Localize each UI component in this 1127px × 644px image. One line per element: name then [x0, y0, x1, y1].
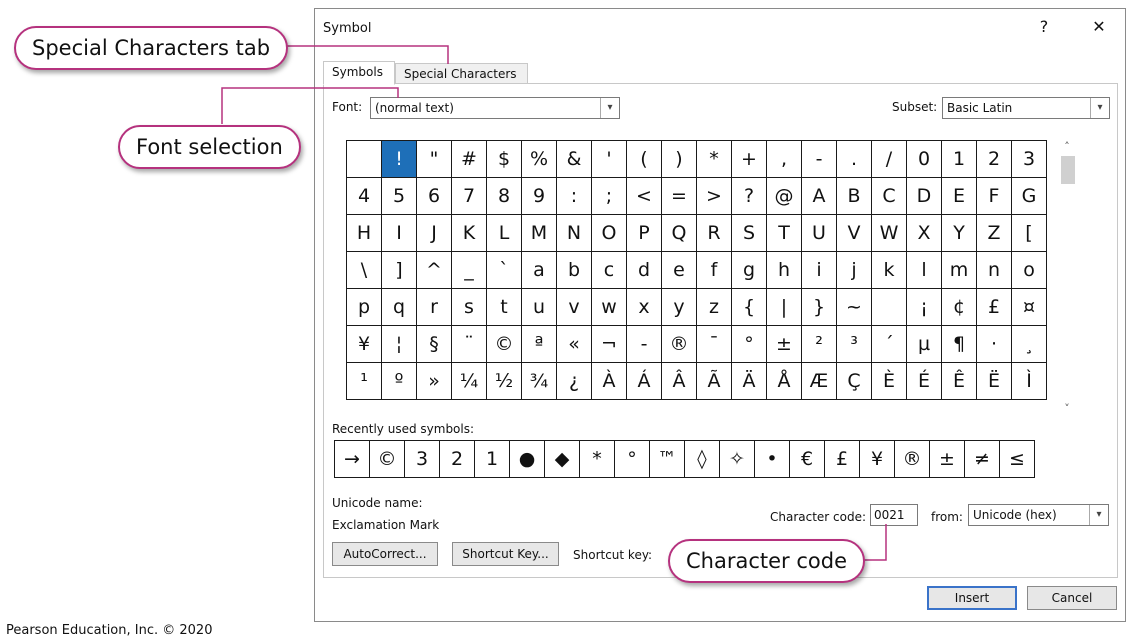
- font-selection-leader: [221, 87, 399, 124]
- special-chars-leader: [285, 45, 449, 64]
- callout-font-selection: Font selection: [118, 125, 301, 169]
- character-code-leader: [864, 524, 887, 561]
- callout-leaders: [221, 45, 887, 561]
- callout-character-code: Character code: [668, 539, 865, 583]
- callout-special-characters: Special Characters tab: [14, 26, 289, 70]
